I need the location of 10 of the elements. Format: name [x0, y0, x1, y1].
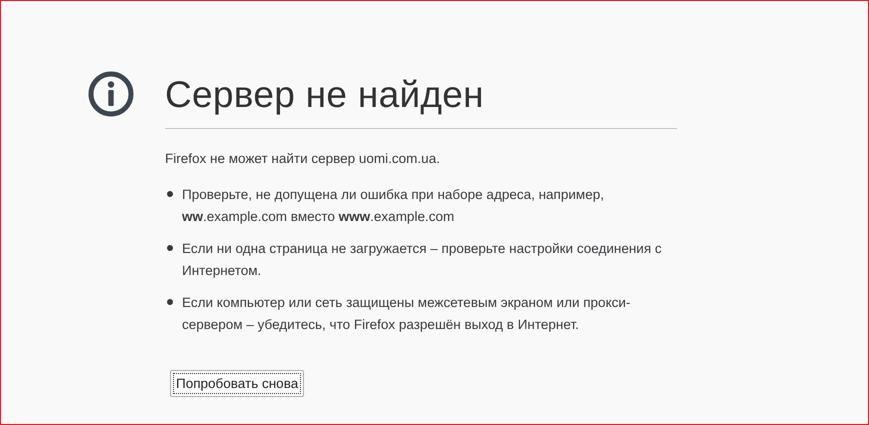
info-icon [88, 71, 134, 117]
try-again-button[interactable]: Попробовать снова [170, 370, 304, 397]
tip-text: Если компьютер или сеть защищены межсетевым экраном или прокси-сервером – убедитесь, что Firefox разрешён выход в Интернет. [182, 294, 632, 334]
bullet-icon [167, 299, 173, 305]
bullet-icon [167, 191, 173, 197]
bullet-icon [167, 245, 173, 251]
page-title: Сервер не найден [165, 73, 485, 117]
tip-text: Если ни одна страница не загружается – проверьте настройки соединения с Интернетом. [182, 240, 663, 280]
tip-text: Проверьте, не допущена ли ошибка при наборе адреса, например, ww.example.com вместо www.example.com [182, 186, 605, 226]
error-message: Firefox не может найти сервер uomi.com.ua. [165, 150, 441, 168]
